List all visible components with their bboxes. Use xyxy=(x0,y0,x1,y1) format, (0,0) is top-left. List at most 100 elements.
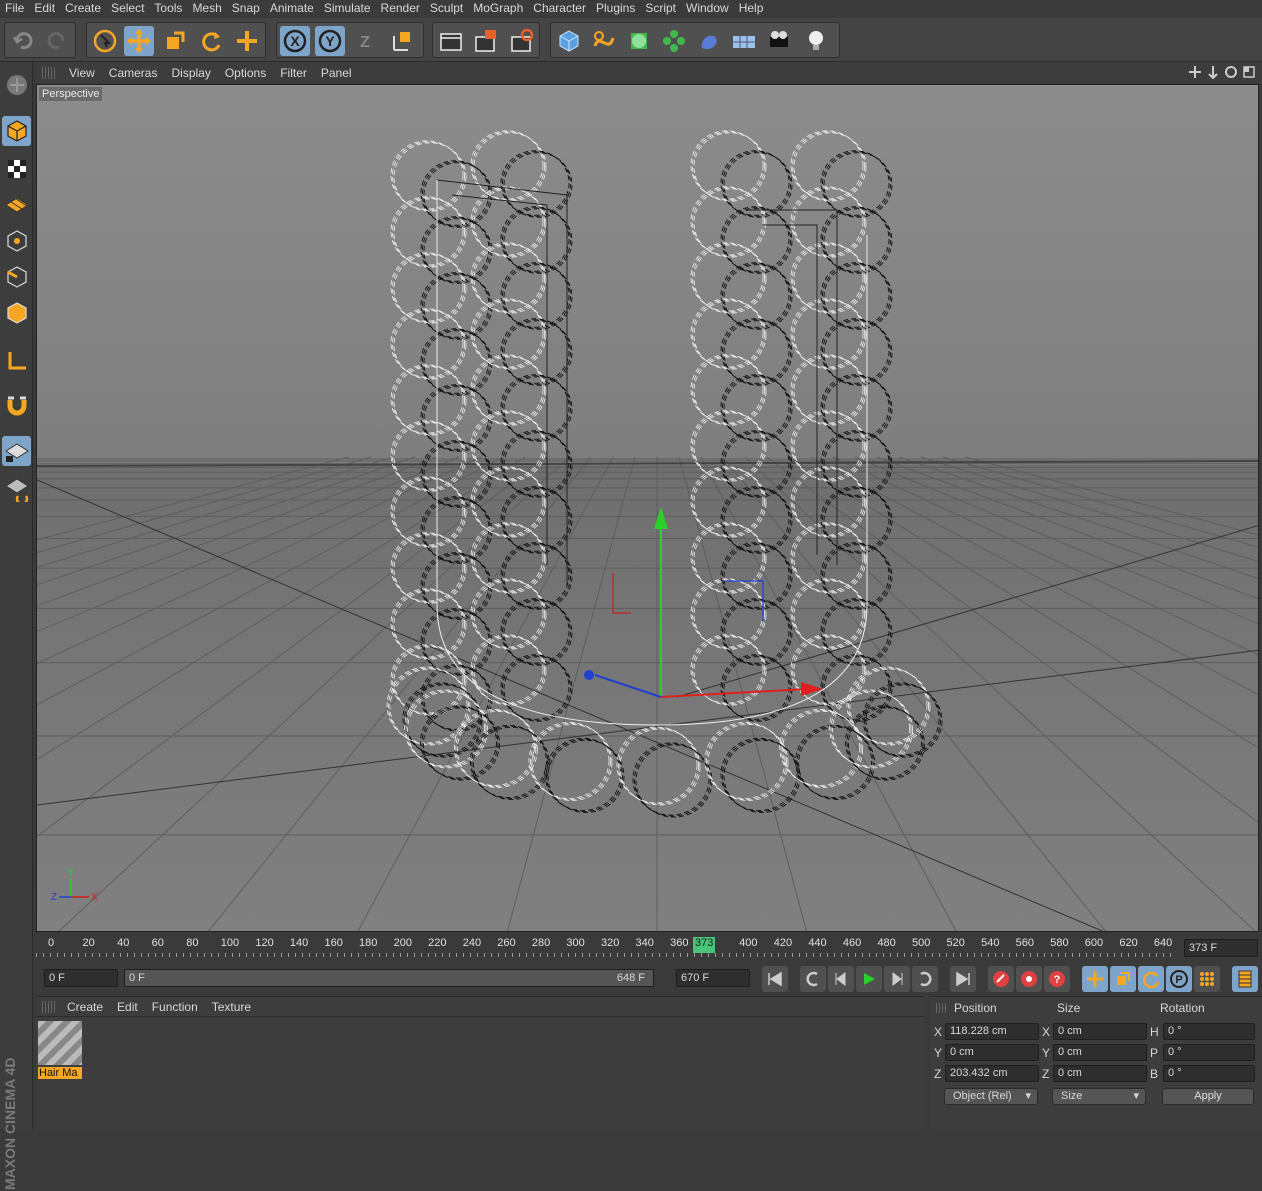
points-mode-icon[interactable] xyxy=(2,226,31,256)
viewport-menu-options[interactable]: Options xyxy=(218,66,273,80)
menu-mesh[interactable]: Mesh xyxy=(187,0,226,16)
array-icon[interactable] xyxy=(659,26,689,56)
key-position-icon[interactable] xyxy=(1082,966,1108,992)
menu-render[interactable]: Render xyxy=(376,0,425,16)
perspective-viewport[interactable]: Y Z X Perspective xyxy=(36,84,1259,932)
model-mode-icon[interactable] xyxy=(2,116,31,146)
select-arrow-icon[interactable] xyxy=(90,26,120,56)
render-picture-viewer-icon[interactable] xyxy=(471,26,501,56)
end-frame-field[interactable]: 670 F xyxy=(676,969,750,987)
snap-magnet-icon[interactable] xyxy=(2,390,31,420)
viewport-menu-panel[interactable]: Panel xyxy=(314,66,359,80)
preview-range-slider[interactable]: 0 F 648 F xyxy=(124,969,654,987)
menu-file[interactable]: File xyxy=(0,0,29,16)
autokeying-icon[interactable] xyxy=(1016,966,1042,992)
edges-mode-icon[interactable] xyxy=(2,262,31,292)
pan-icon[interactable] xyxy=(1188,65,1202,79)
key-rotation-icon[interactable] xyxy=(1138,966,1164,992)
keyframe-selection-icon[interactable]: ? xyxy=(1044,966,1070,992)
key-scale-icon[interactable] xyxy=(1110,966,1136,992)
current-frame-indicator[interactable]: 373 xyxy=(693,937,716,953)
size-y-field[interactable]: 0 cm xyxy=(1053,1044,1147,1061)
scale-icon[interactable] xyxy=(160,26,190,56)
key-parameter-icon[interactable]: P xyxy=(1166,966,1192,992)
camera-label[interactable]: Perspective xyxy=(39,87,103,101)
coordinate-mode-dropdown[interactable]: Object (Rel) ▾ xyxy=(944,1088,1038,1105)
menu-plugins[interactable]: Plugins xyxy=(591,0,640,16)
polygons-mode-icon[interactable] xyxy=(2,298,31,328)
spline-icon[interactable] xyxy=(589,26,619,56)
edit-render-settings-icon[interactable] xyxy=(507,26,537,56)
axis-mode-icon[interactable] xyxy=(2,346,31,376)
material-menu-create[interactable]: Create xyxy=(60,1000,110,1014)
move-icon[interactable] xyxy=(124,26,154,56)
maximize-view-icon[interactable] xyxy=(1242,65,1256,79)
material-menu-function[interactable]: Function xyxy=(145,1000,205,1014)
camera-icon[interactable] xyxy=(764,26,794,56)
viewport-menu-cameras[interactable]: Cameras xyxy=(102,66,165,80)
material-menu-texture[interactable]: Texture xyxy=(205,1000,258,1014)
material-item-hair[interactable]: Hair Ma xyxy=(38,1021,82,1081)
current-frame-field[interactable]: 373 F xyxy=(1184,939,1258,957)
menu-tools[interactable]: Tools xyxy=(149,0,187,16)
timeline-ruler[interactable]: 0 20 40 60 80 100 120 140 160 180 200 220 240 260 280 3… xyxy=(36,937,1262,959)
menu-window[interactable]: Window xyxy=(681,0,734,16)
rot-h-field[interactable]: 0 ° xyxy=(1163,1023,1255,1040)
panel-grip-icon[interactable] xyxy=(42,66,56,79)
light-icon[interactable] xyxy=(801,26,831,56)
menu-select[interactable]: Select xyxy=(106,0,149,16)
undo-icon[interactable] xyxy=(8,26,38,56)
menu-mograph[interactable]: MoGraph xyxy=(468,0,528,16)
viewport-menu-display[interactable]: Display xyxy=(164,66,217,80)
previous-key-icon[interactable] xyxy=(800,966,826,992)
nurbs-icon[interactable] xyxy=(624,26,654,56)
scene-icon[interactable] xyxy=(729,26,759,56)
material-name[interactable]: Hair Ma xyxy=(38,1067,82,1079)
render-view-icon[interactable] xyxy=(436,26,466,56)
size-x-field[interactable]: 0 cm xyxy=(1053,1023,1147,1040)
menu-character[interactable]: Character xyxy=(528,0,591,16)
timeline-window-icon[interactable] xyxy=(1232,966,1258,992)
pos-z-field[interactable]: 203.432 cm xyxy=(945,1065,1039,1082)
play-forward-icon[interactable] xyxy=(856,966,882,992)
menu-sculpt[interactable]: Sculpt xyxy=(425,0,468,16)
menu-help[interactable]: Help xyxy=(734,0,769,16)
x-axis-lock-icon[interactable]: X xyxy=(280,26,310,56)
coordinate-system-icon[interactable] xyxy=(387,26,417,56)
record-active-objects-icon[interactable] xyxy=(988,966,1014,992)
panel-grip-icon[interactable] xyxy=(936,1003,946,1013)
apply-button[interactable]: Apply xyxy=(1162,1088,1254,1105)
go-to-start-icon[interactable] xyxy=(762,966,788,992)
make-editable-icon[interactable] xyxy=(2,70,31,100)
workplane-lock-icon[interactable] xyxy=(2,436,31,466)
workplane-mode-icon[interactable] xyxy=(2,190,31,220)
rot-p-field[interactable]: 0 ° xyxy=(1163,1044,1255,1061)
texture-mode-icon[interactable] xyxy=(2,154,31,184)
menu-script[interactable]: Script xyxy=(640,0,681,16)
zoom-icon[interactable] xyxy=(1206,65,1220,79)
gizmo-z-handle[interactable] xyxy=(584,670,594,680)
next-key-icon[interactable] xyxy=(912,966,938,992)
deformer-icon[interactable] xyxy=(694,26,724,56)
cube-icon[interactable] xyxy=(554,26,584,56)
viewport-menu-filter[interactable]: Filter xyxy=(273,66,314,80)
z-axis-lock-icon[interactable]: Z xyxy=(350,26,380,56)
menu-snap[interactable]: Snap xyxy=(227,0,265,16)
previous-frame-icon[interactable] xyxy=(828,966,854,992)
y-axis-lock-icon[interactable]: Y xyxy=(315,26,345,56)
go-to-end-icon[interactable] xyxy=(950,966,976,992)
viewport-canvas[interactable]: Y Z X xyxy=(37,85,1259,932)
start-frame-field[interactable]: 0 F xyxy=(44,969,118,987)
size-mode-dropdown[interactable]: Size ▾ xyxy=(1052,1088,1146,1105)
material-thumbnail[interactable] xyxy=(38,1021,82,1065)
menu-simulate[interactable]: Simulate xyxy=(319,0,376,16)
menu-animate[interactable]: Animate xyxy=(265,0,319,16)
rotate-icon[interactable] xyxy=(196,26,226,56)
pos-y-field[interactable]: 0 cm xyxy=(945,1044,1039,1061)
panel-grip-icon[interactable] xyxy=(42,1000,56,1013)
pos-x-field[interactable]: 118.228 cm xyxy=(945,1023,1039,1040)
size-z-field[interactable]: 0 cm xyxy=(1053,1065,1147,1082)
add-icon[interactable] xyxy=(232,26,262,56)
menu-create[interactable]: Create xyxy=(60,0,106,16)
orbit-icon[interactable] xyxy=(1224,65,1238,79)
